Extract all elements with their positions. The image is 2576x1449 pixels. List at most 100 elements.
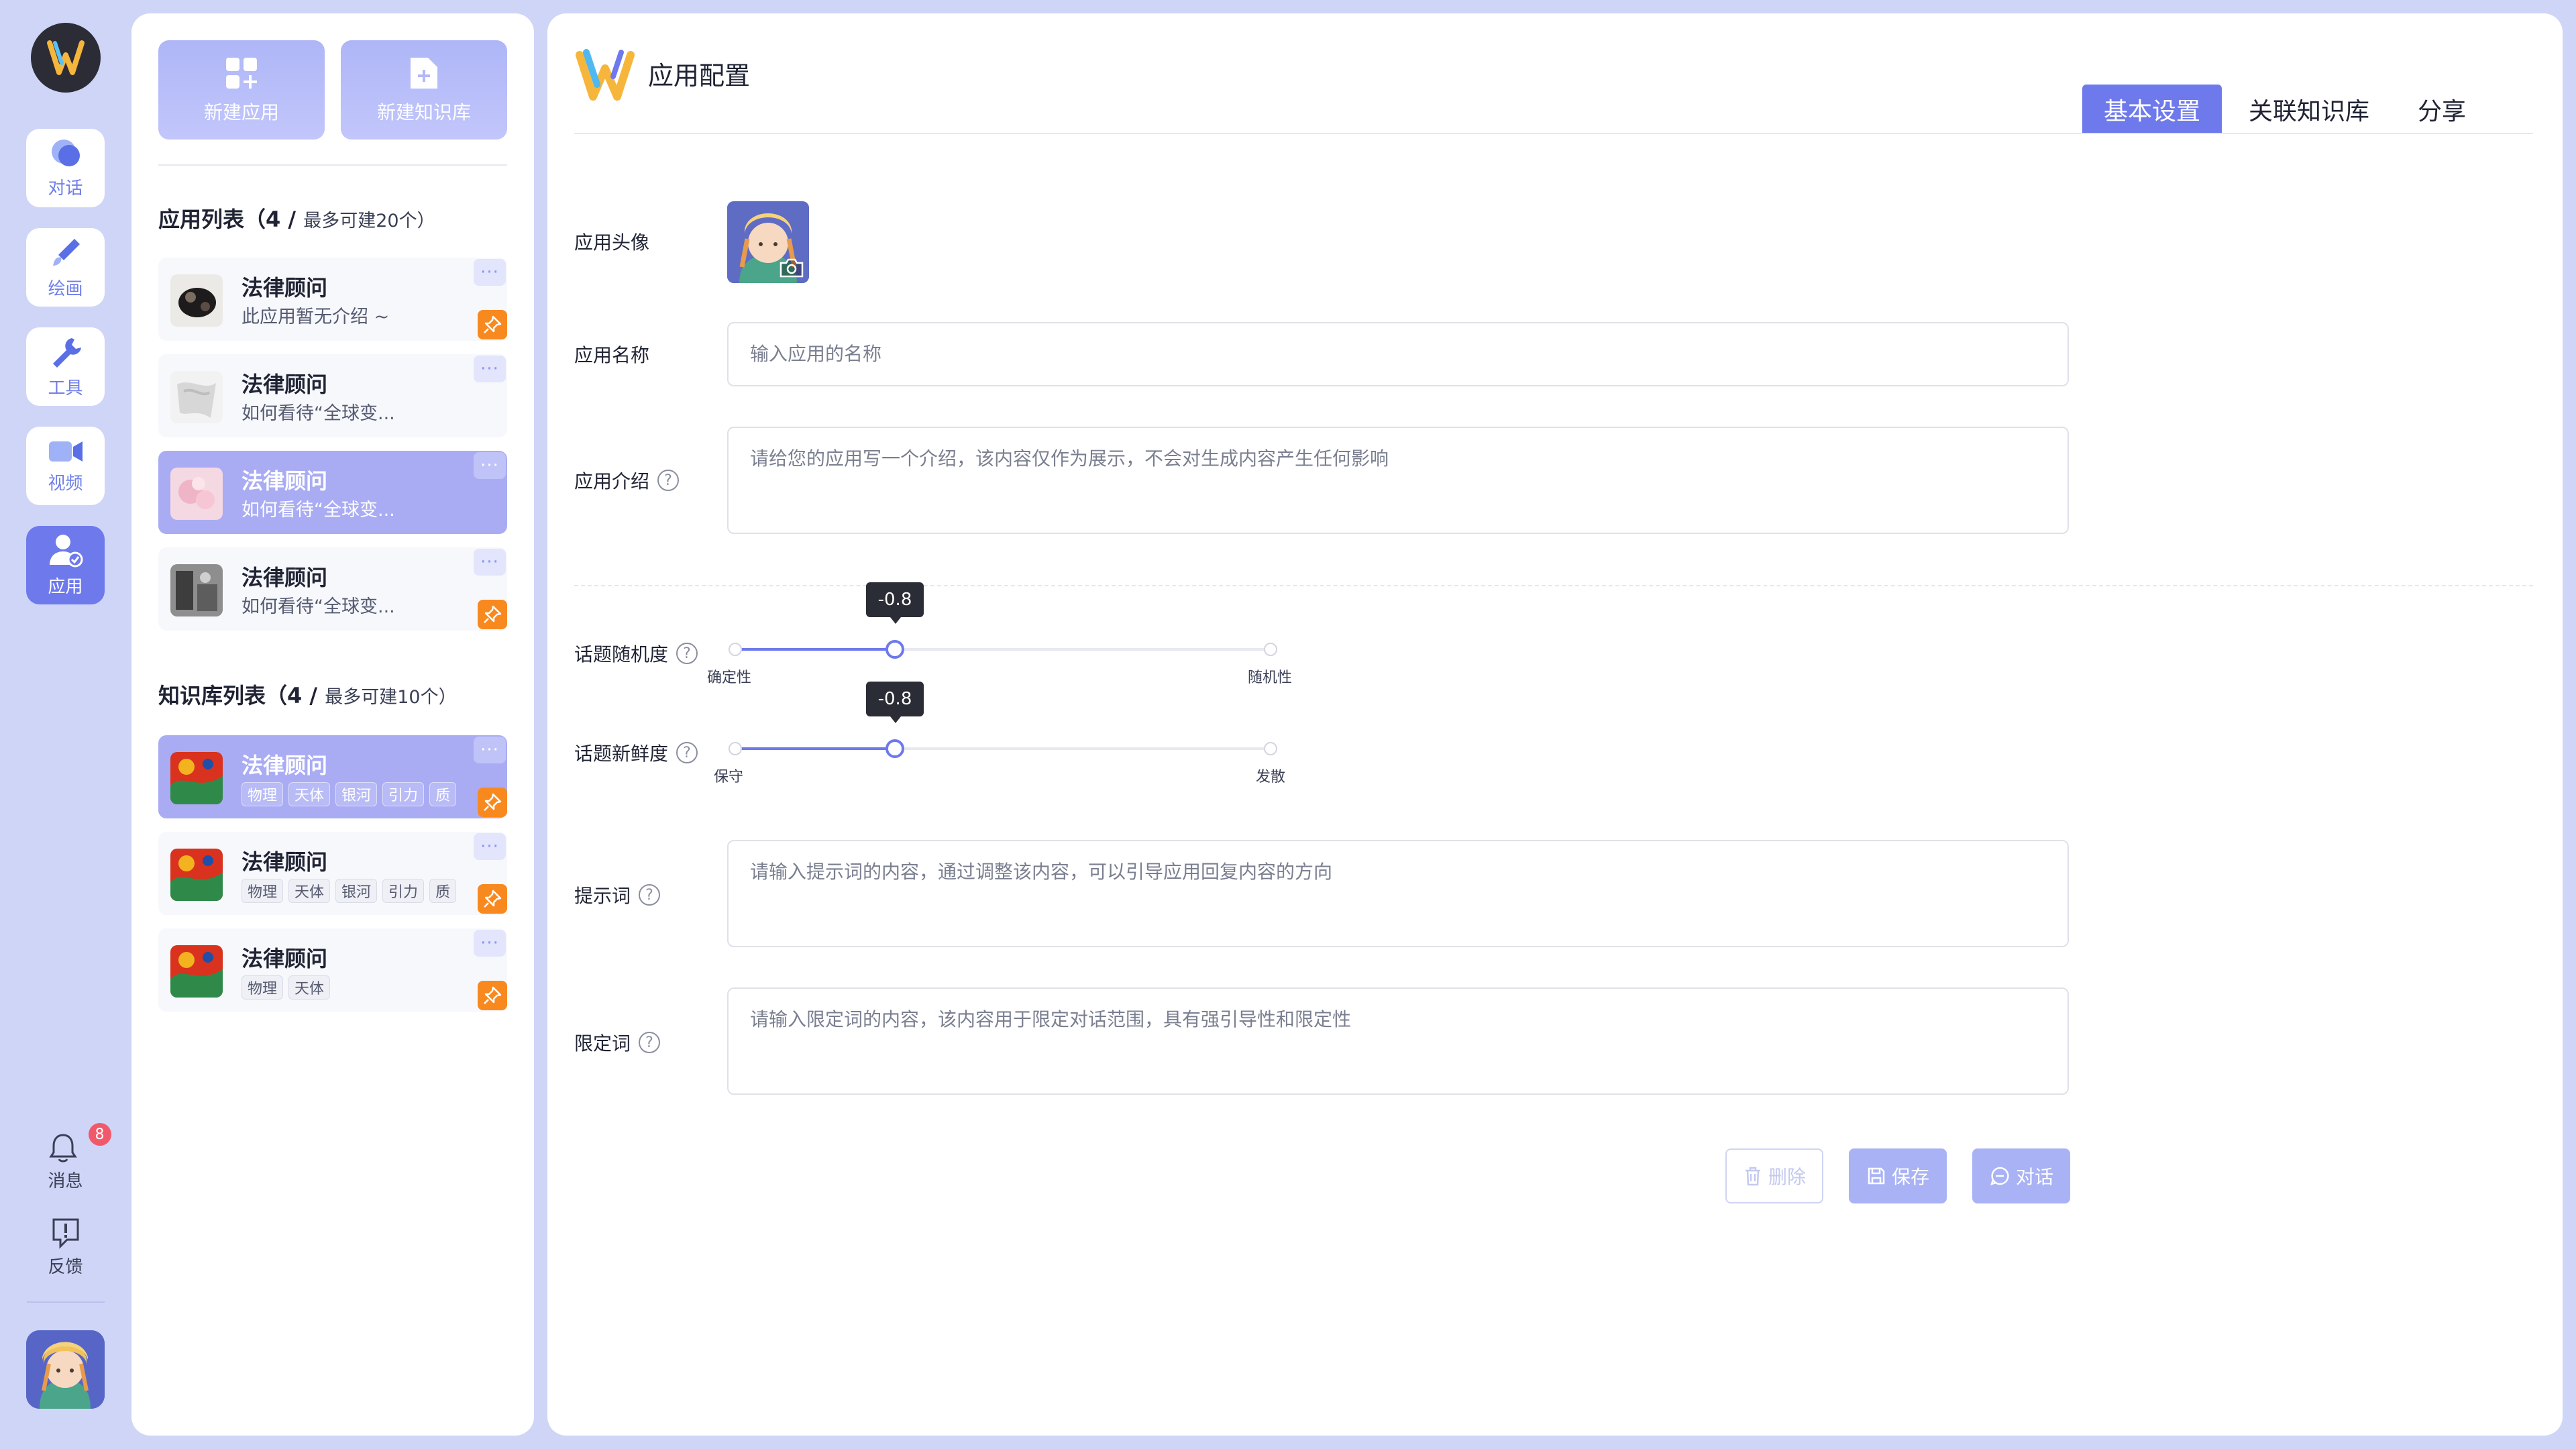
- left-rail: 对话 绘画 工具 视频 应用 8 消息 反馈: [0, 0, 131, 1449]
- chat-label: 对话: [2015, 1166, 2053, 1188]
- more-options-button[interactable]: ···: [474, 737, 506, 763]
- pin-button[interactable]: [478, 600, 507, 629]
- help-icon[interactable]: ?: [657, 470, 680, 491]
- save-button[interactable]: 保存: [1849, 1148, 1947, 1203]
- rail-feedback[interactable]: 反馈: [26, 1216, 105, 1278]
- kb-card-title: 法律顾问: [241, 946, 328, 971]
- kb-card-title: 法律顾问: [241, 849, 328, 875]
- new-kb-label: 新建知识库: [376, 101, 471, 123]
- slider-handle[interactable]: [885, 739, 904, 758]
- kb-card-title: 法律顾问: [241, 753, 328, 778]
- grid-add-icon: [226, 58, 257, 89]
- tab-basic-settings[interactable]: 基本设置: [2082, 85, 2222, 134]
- kb-card[interactable]: 法律顾问 物理 天体 ···: [158, 928, 507, 1012]
- tab-knowledge-base[interactable]: 关联知识库: [2227, 85, 2391, 134]
- kb-tag: 银河: [335, 782, 378, 806]
- thumbnail-image: [170, 945, 223, 998]
- limit-label-text: 限定词: [574, 1032, 631, 1055]
- new-app-label: 新建应用: [203, 101, 279, 123]
- slider-max-dot: [1264, 643, 1277, 656]
- new-knowledge-base-button[interactable]: 新建知识库: [341, 40, 507, 140]
- kb-thumbnail: [170, 752, 223, 804]
- app-card[interactable]: 法律顾问 此应用暂无介绍 ~ ···: [158, 258, 507, 341]
- kb-tag: 天体: [288, 879, 331, 903]
- help-icon[interactable]: ?: [676, 643, 698, 664]
- slider-min-dot: [729, 742, 742, 755]
- save-icon: [1868, 1167, 1885, 1185]
- kb-tag: 天体: [288, 782, 331, 806]
- app-card[interactable]: 法律顾问 如何看待“全球变... ···: [158, 547, 507, 631]
- avatar-label: 应用头像: [574, 228, 649, 255]
- freshness-slider[interactable]: -0.8 保守 发散: [714, 682, 1285, 786]
- more-options-button[interactable]: ···: [474, 930, 506, 957]
- slider-handle[interactable]: [885, 640, 904, 659]
- delete-button[interactable]: 删除: [1725, 1148, 1823, 1203]
- rail-item-chat[interactable]: 对话: [26, 129, 105, 207]
- app-intro-textarea[interactable]: 请给您的应用写一个介绍，该内容仅作为展示，不会对生成内容产生任何影响: [727, 427, 2069, 534]
- bell-wrap: 8: [46, 1123, 111, 1165]
- avatar-illustration: [26, 1330, 105, 1409]
- chat-button[interactable]: 对话: [1972, 1148, 2070, 1203]
- more-options-button[interactable]: ···: [474, 549, 506, 576]
- kb-tags: 物理 天体 银河 引力 质: [241, 782, 457, 806]
- more-options-button[interactable]: ···: [474, 452, 506, 479]
- app-card[interactable]: 法律顾问 如何看待“全球变... ···: [158, 354, 507, 437]
- slider-min-dot: [729, 643, 742, 656]
- rail-item-video[interactable]: 视频: [26, 427, 105, 505]
- slider-max-label: 随机性: [1248, 669, 1293, 686]
- pin-button[interactable]: [478, 981, 507, 1010]
- slider-fill: [734, 648, 895, 651]
- pin-icon: [484, 605, 502, 623]
- pin-button[interactable]: [478, 884, 507, 914]
- rail-item-label: 视频: [48, 474, 83, 494]
- bell-icon: [48, 1134, 77, 1163]
- more-options-button[interactable]: ···: [474, 833, 506, 860]
- chat-icon: [1990, 1167, 2009, 1185]
- kb-tag: 天体: [288, 975, 331, 1000]
- help-icon[interactable]: ?: [639, 884, 661, 906]
- help-icon[interactable]: ?: [676, 742, 698, 763]
- prompt-textarea[interactable]: 请输入提示词的内容，通过调整该内容，可以引导应用回复内容的方向: [727, 840, 2069, 947]
- tab-share[interactable]: 分享: [2396, 85, 2487, 134]
- app-avatar-upload[interactable]: [727, 201, 809, 283]
- randomness-slider[interactable]: -0.8 确定性 随机性: [707, 582, 1292, 686]
- slider-fill: [734, 747, 895, 750]
- rail-item-apps[interactable]: 应用: [26, 526, 105, 604]
- app-intro-label: 应用介绍 ?: [574, 467, 680, 494]
- pin-icon: [484, 890, 502, 908]
- kb-card[interactable]: 法律顾问 物理 天体 银河 引力 质 ···: [158, 832, 507, 915]
- kb-list-heading: 知识库列表（4 / 最多可建10个）: [158, 679, 457, 710]
- save-label: 保存: [1891, 1166, 1929, 1188]
- pin-button[interactable]: [478, 310, 507, 339]
- rail-item-label: 绘画: [48, 279, 83, 299]
- app-card-selected[interactable]: 法律顾问 如何看待“全球变... ···: [158, 451, 507, 534]
- more-options-button[interactable]: ···: [474, 356, 506, 382]
- kb-tag: 引力: [382, 879, 425, 903]
- app-card-desc: 如何看待“全球变...: [241, 596, 395, 617]
- user-avatar[interactable]: [26, 1330, 105, 1409]
- pin-button[interactable]: [478, 788, 507, 817]
- help-icon[interactable]: ?: [639, 1032, 661, 1053]
- kb-tag: 银河: [335, 879, 378, 903]
- app-name-input[interactable]: 输入应用的名称: [727, 322, 2069, 386]
- rail-item-draw[interactable]: 绘画: [26, 228, 105, 307]
- wrench-icon: [52, 338, 81, 368]
- kb-card-selected[interactable]: 法律顾问 物理 天体 银河 引力 质 ···: [158, 735, 507, 818]
- rail-messages[interactable]: 8 消息: [26, 1123, 111, 1192]
- rail-item-tools[interactable]: 工具: [26, 327, 105, 406]
- new-app-button[interactable]: 新建应用: [158, 40, 325, 140]
- thumbnail-image: [170, 849, 223, 901]
- slider-value-tooltip: -0.8: [866, 582, 924, 624]
- limit-textarea[interactable]: 请输入限定词的内容，该内容用于限定对话范围，具有强引导性和限定性: [727, 987, 2069, 1095]
- chat-bubble-icon: [51, 140, 80, 166]
- logo-mark-icon: [47, 40, 85, 75]
- more-options-button[interactable]: ···: [474, 259, 506, 286]
- rail-item-label: 工具: [48, 378, 83, 398]
- rail-divider: [27, 1301, 105, 1303]
- delete-label: 删除: [1768, 1166, 1806, 1188]
- brand-logo-icon: [576, 49, 635, 101]
- feedback-icon: [52, 1218, 78, 1249]
- kb-tag: 引力: [382, 782, 425, 806]
- rail-item-label: 应用: [48, 577, 83, 597]
- app-logo[interactable]: [31, 23, 101, 93]
